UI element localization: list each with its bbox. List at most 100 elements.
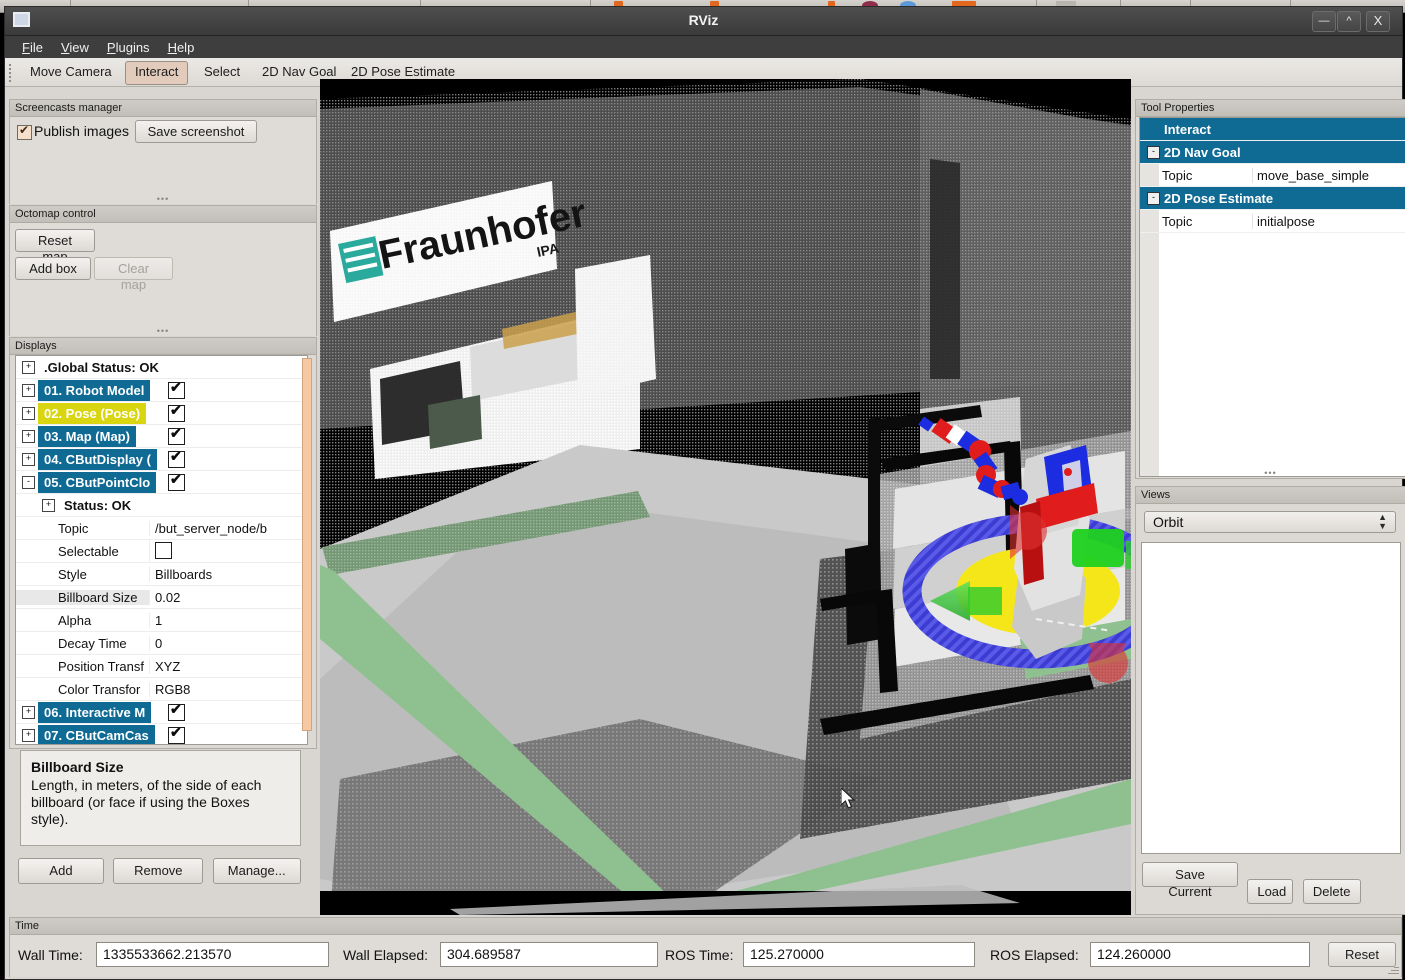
display-property-row[interactable]: Billboard Size 0.02: [16, 586, 307, 609]
expand-icon[interactable]: +: [22, 429, 35, 443]
display-property-row[interactable]: Decay Time 0: [16, 632, 307, 655]
expand-icon[interactable]: +: [22, 705, 35, 719]
display-enabled-checkbox[interactable]: [168, 724, 185, 744]
ros-time-input[interactable]: 125.270000: [743, 942, 975, 967]
add-display-button[interactable]: Add: [18, 858, 104, 884]
display-enabled-checkbox[interactable]: [168, 379, 185, 399]
publish-images-checkbox[interactable]: [17, 123, 32, 140]
octomap-control-panel: Octomap control Reset map Add box Clear …: [9, 205, 317, 336]
property-value[interactable]: Billboards: [149, 566, 307, 582]
window-resize-grip[interactable]: [1387, 964, 1399, 976]
wall-elapsed-input[interactable]: 304.689587: [440, 942, 658, 967]
expand-icon[interactable]: +: [22, 728, 35, 742]
displays-scrollbar[interactable]: [302, 358, 312, 731]
display-tree-row[interactable]: +06. Interactive M: [16, 701, 307, 724]
display-tree-row[interactable]: +04. CButDisplay (: [16, 448, 307, 471]
view-mode-combobox[interactable]: Orbit ▲ ▼: [1144, 511, 1396, 533]
property-value[interactable]: XYZ: [149, 658, 307, 674]
save-current-view-button[interactable]: Save Current: [1142, 862, 1238, 899]
property-value[interactable]: 0.02: [149, 589, 307, 605]
reset-map-button[interactable]: Reset map: [15, 229, 95, 264]
panel-splitter-handle[interactable]: •••: [10, 195, 316, 204]
display-enabled-checkbox[interactable]: [168, 701, 185, 721]
close-button[interactable]: X: [1366, 11, 1390, 32]
tool-properties-tree[interactable]: Interact -2D Nav Goal Topic move_base_simpl…: [1139, 117, 1405, 477]
display-tree-row[interactable]: + Status: OK: [16, 494, 307, 517]
displays-tree[interactable]: +.Global Status: OK+01. Robot Model+02. …: [15, 355, 308, 745]
expand-icon[interactable]: +: [42, 498, 55, 512]
tool-properties-panel: Tool Properties Interact -2D Nav Goal Topi…: [1135, 99, 1405, 479]
property-value[interactable]: 1: [149, 612, 307, 628]
tool-tree-header-row[interactable]: -2D Nav Goal: [1140, 141, 1405, 164]
panel-splitter-handle[interactable]: •••: [10, 327, 316, 336]
display-enabled-checkbox[interactable]: [168, 402, 185, 422]
collapse-icon[interactable]: -: [22, 475, 35, 489]
mouse-cursor: [841, 788, 856, 809]
display-enabled-checkbox[interactable]: [168, 425, 185, 445]
property-value[interactable]: 0: [149, 635, 307, 651]
tool-name: Interact: [1164, 121, 1211, 137]
panel-splitter-handle[interactable]: •••: [1136, 469, 1405, 478]
property-value[interactable]: initialpose: [1252, 213, 1405, 229]
maximize-button[interactable]: ^: [1337, 11, 1361, 32]
menu-view[interactable]: View: [52, 39, 98, 56]
expand-icon[interactable]: +: [22, 406, 35, 420]
display-enabled-checkbox[interactable]: [168, 448, 185, 468]
display-tree-row[interactable]: +03. Map (Map): [16, 425, 307, 448]
render-view-3d[interactable]: Fraunhofer IPA: [320, 79, 1131, 915]
expand-icon[interactable]: +: [22, 452, 35, 466]
tool-interact[interactable]: Interact: [125, 61, 189, 85]
ros-elapsed-input[interactable]: 124.260000: [1090, 942, 1310, 967]
display-property-row[interactable]: Selectable: [16, 540, 307, 563]
load-view-button[interactable]: Load: [1247, 879, 1294, 904]
display-tree-row[interactable]: +01. Robot Model: [16, 379, 307, 402]
tool-property-row[interactable]: Topic move_base_simple: [1140, 164, 1405, 187]
collapse-icon[interactable]: -: [1147, 192, 1160, 205]
reset-time-button[interactable]: Reset: [1328, 942, 1396, 967]
display-tree-row[interactable]: +02. Pose (Pose): [16, 402, 307, 425]
display-name: 05. CButPointClo: [38, 471, 157, 493]
selectable-checkbox[interactable]: [155, 542, 172, 559]
wall-time-input[interactable]: 1335533662.213570: [96, 942, 329, 967]
tool-tree-header-row[interactable]: Interact: [1140, 118, 1405, 141]
remove-display-button[interactable]: Remove: [113, 858, 204, 884]
display-tree-row[interactable]: -05. CButPointClo: [16, 471, 307, 494]
display-property-row[interactable]: Color Transfor RGB8: [16, 678, 307, 701]
display-tree-row[interactable]: +07. CButCamCas: [16, 724, 307, 744]
manage-displays-button[interactable]: Manage...: [212, 858, 301, 884]
minimize-button[interactable]: —: [1312, 11, 1336, 32]
point-cloud-scene: Fraunhofer IPA: [320, 79, 1131, 915]
menu-plugins[interactable]: Plugins: [98, 39, 159, 56]
property-value[interactable]: RGB8: [149, 681, 307, 697]
displays-title: Displays: [10, 338, 316, 355]
clear-map-button[interactable]: Clear map: [94, 257, 173, 292]
tool-property-row[interactable]: Topic initialpose: [1140, 210, 1405, 233]
property-value[interactable]: /but_server_node/b: [149, 520, 307, 536]
collapse-icon[interactable]: -: [1147, 146, 1160, 159]
toolbar-drag-handle[interactable]: [9, 62, 14, 82]
octomap-title: Octomap control: [10, 206, 316, 223]
tool-tree-header-row[interactable]: -2D Pose Estimate: [1140, 187, 1405, 210]
property-value[interactable]: [149, 540, 307, 562]
property-label: Billboard Size: [16, 589, 149, 605]
views-title: Views: [1136, 487, 1405, 504]
property-value[interactable]: move_base_simple: [1252, 167, 1405, 183]
delete-view-button[interactable]: Delete: [1302, 879, 1361, 904]
display-tree-row[interactable]: + .Global Status: OK: [16, 356, 307, 379]
saved-views-list[interactable]: [1141, 542, 1401, 854]
save-screenshot-button[interactable]: Save screenshot: [135, 120, 257, 143]
add-box-button[interactable]: Add box: [15, 257, 91, 280]
display-property-row[interactable]: Topic/but_server_node/b: [16, 517, 307, 540]
expand-icon[interactable]: +: [22, 383, 35, 397]
screencasts-title: Screencasts manager: [10, 100, 316, 117]
screencasts-manager-panel: Screencasts manager Publish images Save …: [9, 99, 317, 204]
tool-select[interactable]: Select: [195, 61, 249, 83]
menu-help[interactable]: Help: [159, 39, 204, 56]
display-property-row[interactable]: Alpha 1: [16, 609, 307, 632]
tool-move-camera[interactable]: Move Camera: [21, 61, 121, 83]
menu-file[interactable]: FFileile: [13, 39, 52, 56]
display-property-row[interactable]: Style Billboards: [16, 563, 307, 586]
display-property-row[interactable]: Position Transf XYZ: [16, 655, 307, 678]
expand-icon[interactable]: +: [22, 360, 35, 374]
display-enabled-checkbox[interactable]: [168, 471, 185, 491]
